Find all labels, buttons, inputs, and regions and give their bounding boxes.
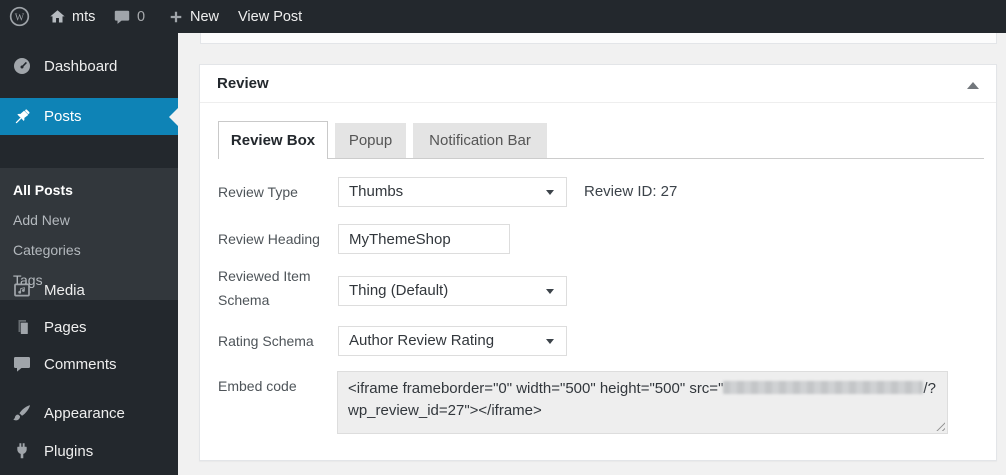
media-icon [14,283,30,297]
rating-schema-value: Author Review Rating [349,332,495,349]
chevron-down-icon [546,190,554,195]
submenu-item-all-posts[interactable]: All Posts [0,175,178,205]
sidebar-item-label: Comments [44,355,117,373]
view-post-link[interactable]: View Post [238,0,302,33]
pages-icon [18,320,28,334]
rating-schema-select[interactable]: Author Review Rating [338,326,567,356]
wordpress-logo-menu[interactable]: W [9,0,30,33]
tab-popup[interactable]: Popup [335,123,406,158]
sidebar-item-label: Pages [44,318,87,336]
comment-count: 0 [137,8,146,25]
admin-sidebar: Dashboard Posts All Posts Add New Catego… [0,33,178,475]
review-heading-input[interactable] [338,224,510,254]
dashboard-icon [14,58,30,74]
wordpress-logo-icon: W [9,6,30,27]
embed-code-label: Embed code [218,378,297,394]
site-name-label: mts [72,8,96,25]
sidebar-item-label: Dashboard [44,57,118,75]
submenu-item-add-new[interactable]: Add New [0,205,178,235]
submenu-label: Add New [13,212,70,228]
sidebar-item-appearance[interactable]: Appearance [0,395,178,431]
chevron-down-icon [546,339,554,344]
tab-notification-bar[interactable]: Notification Bar [413,123,547,158]
sidebar-item-pages[interactable]: Pages [0,309,178,345]
sidebar-item-label: Appearance [44,404,125,422]
embed-code-line1: <iframe frameborder="0" width="500" heig… [348,380,936,397]
tab-label: Notification Bar [429,132,531,149]
reviewed-item-schema-select[interactable]: Thing (Default) [338,276,567,306]
sidebar-item-label: Plugins [44,442,94,460]
review-metabox: Review Review Box Popup Notification Bar… [199,64,997,461]
new-content-menu[interactable]: New [168,0,219,33]
current-menu-arrow-icon [169,107,178,126]
tab-review-box[interactable]: Review Box [218,121,328,159]
sidebar-item-label: Media [44,281,85,299]
admin-bar: W mts 0 New View Post [0,0,1006,33]
home-icon [50,10,65,23]
review-heading-label: Review Heading [218,231,320,247]
sidebar-item-dashboard[interactable]: Dashboard [0,48,178,84]
sidebar-item-media[interactable]: Media [0,272,178,308]
review-id-text: Review ID: 27 [584,183,678,200]
view-post-label: View Post [238,8,303,25]
review-type-label: Review Type [218,184,298,200]
plugins-icon [17,443,27,459]
comment-bubble-icon [114,10,130,24]
chevron-down-icon [546,289,554,294]
embed-code-textarea[interactable]: <iframe frameborder="0" width="500" heig… [337,371,948,434]
svg-text:W: W [15,12,25,23]
submenu-label: All Posts [13,182,73,198]
metabox-title: Review [217,75,269,92]
appearance-icon [13,405,30,421]
sidebar-item-comments[interactable]: Comments [0,346,178,382]
comments-icon [14,357,31,372]
rating-schema-label: Rating Schema [218,333,314,349]
textarea-resize-handle[interactable] [935,421,945,431]
embed-code-line2: wp_review_id=27"></iframe> [348,402,542,419]
tabs-underline [218,158,984,159]
blurred-url-region [723,381,924,394]
pushpin-icon [15,108,30,123]
tab-label: Popup [348,132,393,149]
review-type-select[interactable]: Thumbs [338,177,567,207]
collapse-arrow-icon [967,81,979,89]
sidebar-item-plugins[interactable]: Plugins [0,433,178,469]
metabox-collapse-button[interactable] [966,80,980,90]
sidebar-item-posts[interactable]: Posts [0,98,178,135]
reviewed-item-schema-value: Thing (Default) [349,282,449,299]
site-name-link[interactable]: mts [49,0,95,33]
submenu-label: Categories [13,242,81,258]
review-type-value: Thumbs [349,183,404,200]
plus-icon [170,11,182,22]
tab-label: Review Box [230,132,316,149]
comments-bubble-link[interactable]: 0 [113,0,145,33]
wordpress-admin-screen: W mts 0 New View Post Dashboard Posts Al… [0,0,1006,475]
submenu-item-categories[interactable]: Categories [0,235,178,265]
reviewed-item-schema-label: Reviewed Item Schema [218,268,311,308]
sidebar-item-label: Posts [44,108,82,125]
metabox-header: Review [200,65,996,103]
new-label: New [190,8,220,25]
